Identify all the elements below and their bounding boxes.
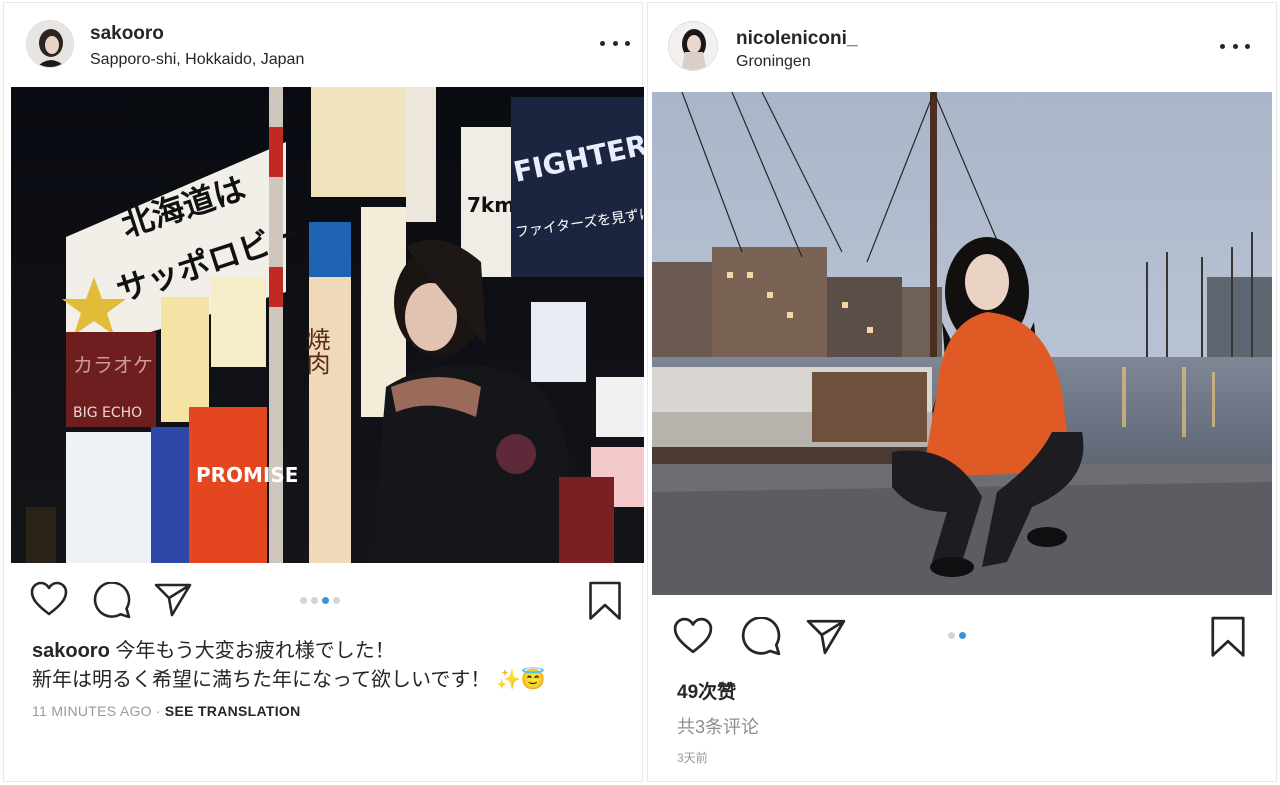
post-location[interactable]: Sapporo-shi, Hokkaido, Japan [90, 51, 304, 69]
more-dots-icon[interactable] [600, 33, 630, 53]
post-username[interactable]: sakooro [90, 23, 164, 45]
comment-bubble-icon[interactable] [741, 617, 781, 657]
heart-icon[interactable] [673, 617, 713, 655]
avatar[interactable] [668, 21, 718, 71]
bookmark-icon[interactable] [1210, 616, 1246, 658]
post-caption: sakooro 今年もう大変お疲れ様でした！ 新年は明るく希望に満ちた年になって… [32, 637, 632, 695]
paper-plane-icon[interactable] [806, 619, 846, 655]
post-photo[interactable] [652, 92, 1272, 595]
distance-sign: 7km [467, 193, 515, 217]
post-photo[interactable]: 北海道は サッポロビー カラオケ BIG ECHO PROMISE 焼肉 7km… [11, 87, 644, 563]
time-ago: 3天前 [677, 751, 708, 765]
meta-separator: · [155, 703, 161, 719]
carousel-dot [300, 597, 307, 604]
carousel-dot [322, 597, 329, 604]
post-username[interactable]: nicoleniconi_ [736, 28, 857, 50]
post-header: sakooro Sapporo-shi, Hokkaido, Japan [4, 3, 642, 87]
comment-bubble-icon[interactable] [93, 582, 131, 620]
caption-line1: 今年もう大変お疲れ様でした！ [115, 640, 395, 662]
see-translation-link[interactable]: SEE TRANSLATION [165, 703, 301, 719]
karaoke-sign: カラオケ [73, 353, 153, 377]
vertical-sign: 焼肉 [302, 327, 330, 375]
post-header: nicoleniconi_ Groningen [648, 3, 1276, 87]
paper-plane-icon[interactable] [154, 583, 192, 617]
carousel-dot [311, 597, 318, 604]
bookmark-icon[interactable] [588, 581, 622, 621]
carousel-dot [333, 597, 340, 604]
time-ago: 11 MINUTES AGO [32, 703, 152, 719]
post-right: nicoleniconi_ Groningen 49次赞 共3条评论 3天前 [647, 2, 1277, 782]
avatar[interactable] [26, 20, 74, 68]
post-meta: 11 MINUTES AGO · SEE TRANSLATION [32, 703, 301, 719]
promise-sign: PROMISE [196, 463, 298, 487]
caption-username[interactable]: sakooro [32, 640, 110, 662]
view-comments-link[interactable]: 共3条评论 [677, 713, 759, 739]
post-left: sakooro Sapporo-shi, Hokkaido, Japan 北海道… [3, 2, 644, 782]
more-dots-icon[interactable] [1220, 36, 1250, 56]
heart-icon[interactable] [30, 581, 68, 617]
carousel-dot [959, 632, 966, 639]
post-location[interactable]: Groningen [736, 53, 811, 71]
bigecho-sign: BIG ECHO [73, 405, 142, 421]
carousel-indicator [300, 597, 340, 604]
carousel-dot [948, 632, 955, 639]
caption-line2: 新年は明るく希望に満ちた年になって欲しいです！ ✨😇 [32, 669, 546, 691]
likes-count[interactable]: 49次赞 [677, 677, 736, 704]
carousel-indicator [948, 632, 966, 639]
